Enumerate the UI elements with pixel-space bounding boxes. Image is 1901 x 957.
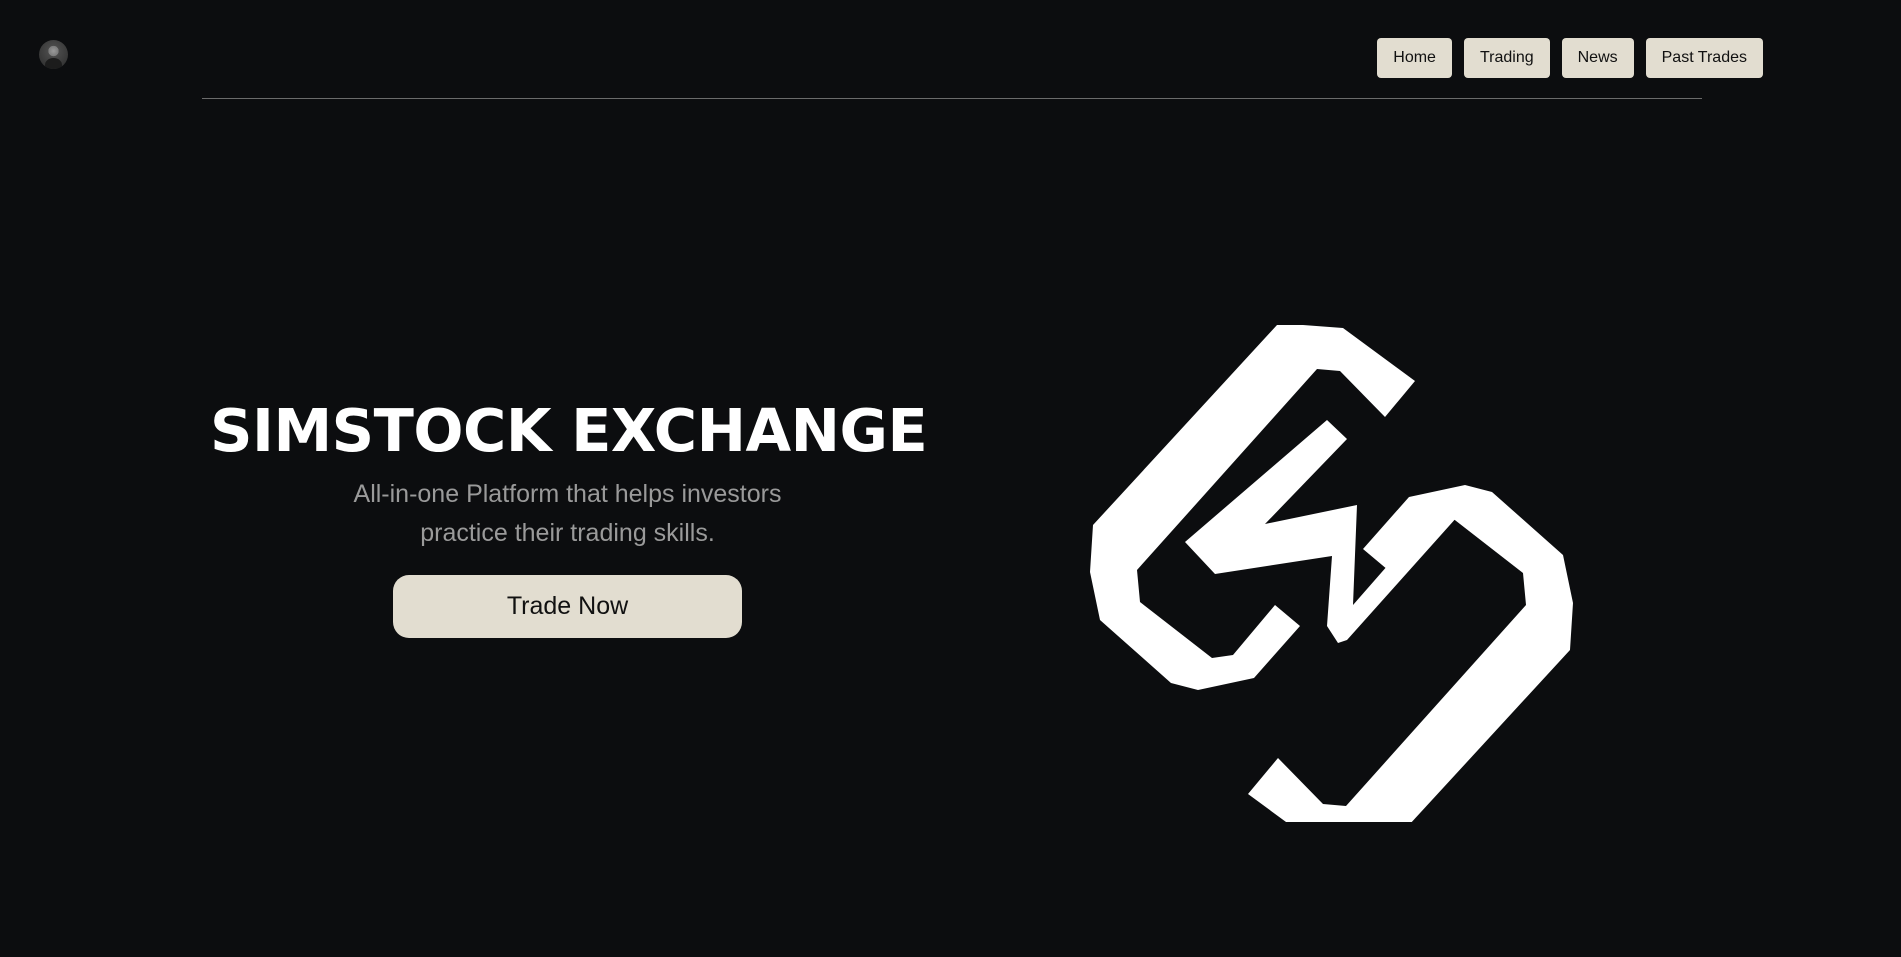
trade-now-button[interactable]: Trade Now xyxy=(393,575,742,638)
page: Home Trading News Past Trades SIMSTOCK E… xyxy=(0,0,1901,957)
nav-trading-button[interactable]: Trading xyxy=(1463,38,1550,78)
simstock-logo-icon xyxy=(1090,325,1573,822)
nav-home-button[interactable]: Home xyxy=(1377,38,1452,78)
top-nav: Home Trading News Past Trades xyxy=(1377,38,1763,78)
avatar[interactable] xyxy=(39,40,68,69)
nav-news-button[interactable]: News xyxy=(1561,38,1634,78)
hero-title: SIMSTOCK EXCHANGE xyxy=(210,396,928,465)
hero-subtitle: All-in-one Platform that helps investors… xyxy=(353,480,782,547)
header-divider xyxy=(202,98,1702,99)
hero-section: SIMSTOCK EXCHANGE All-in-one Platform th… xyxy=(210,395,928,638)
nav-past-trades-button[interactable]: Past Trades xyxy=(1645,38,1763,78)
